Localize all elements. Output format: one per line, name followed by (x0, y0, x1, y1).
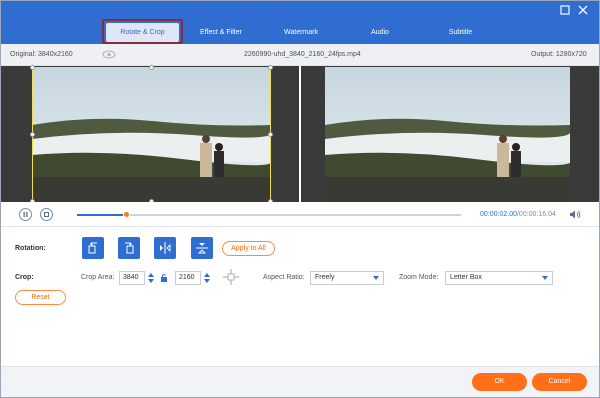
chevron-down-icon (542, 276, 548, 280)
rotation-label: Rotation: (15, 245, 46, 252)
crop-handle[interactable] (30, 65, 35, 70)
ok-button[interactable]: OK (472, 373, 527, 391)
tab-rotate-crop[interactable]: Rotate & Crop (106, 23, 179, 42)
total-time: /00:00:16.04 (516, 211, 556, 218)
crop-frame[interactable] (32, 67, 271, 203)
stop-button[interactable] (40, 208, 53, 221)
crop-handle[interactable] (268, 65, 273, 70)
pause-icon (23, 212, 28, 217)
footer: OK Cancel (1, 366, 599, 397)
output-preview (301, 66, 599, 202)
crop-height-input[interactable]: 2160 (175, 271, 201, 285)
flip-horizontal-button[interactable] (154, 237, 176, 259)
seek-progress (77, 214, 127, 216)
zoom-mode-value: Letter Box (450, 274, 482, 281)
crop-label: Crop: (15, 274, 34, 281)
output-resolution: Output: 1280x720 (531, 51, 587, 58)
editor-window: Rotate & Crop Effect & Filter Watermark … (0, 0, 600, 398)
tab-effect-filter[interactable]: Effect & Filter (187, 23, 255, 42)
crop-area-label: Crop Area: (81, 274, 115, 281)
lock-icon[interactable] (160, 273, 168, 283)
crop-handle[interactable] (149, 65, 154, 70)
zoom-mode-select[interactable]: Letter Box (445, 271, 553, 285)
timecode: 00:00:02.00/00:00:16.04 (480, 211, 556, 218)
seek-slider[interactable] (77, 211, 461, 218)
playback-bar: 00:00:02.00/00:00:16.04 (1, 202, 599, 226)
flip-vertical-button[interactable] (191, 237, 213, 259)
rotate-right-button[interactable] (118, 237, 140, 259)
seek-thumb[interactable] (122, 211, 130, 218)
current-time: 00:00:02.00 (480, 211, 517, 218)
center-crop-icon[interactable] (222, 268, 240, 286)
tab-subtitle[interactable]: Subtitle (433, 23, 488, 42)
info-row: Original: 3840x2160 2260990-uhd_3840_216… (1, 44, 599, 66)
tab-bar: Rotate & Crop Effect & Filter Watermark … (1, 1, 599, 44)
eye-icon[interactable] (102, 50, 116, 59)
crop-preview[interactable] (1, 65, 299, 204)
aspect-ratio-label: Aspect Ratio: (263, 274, 305, 281)
tab-audio[interactable]: Audio (356, 23, 404, 42)
volume-icon[interactable] (569, 209, 581, 220)
reset-button[interactable]: Reset (15, 290, 66, 305)
flip-vertical-icon (196, 243, 208, 254)
rotate-left-button[interactable] (82, 237, 104, 259)
pause-button[interactable] (19, 208, 32, 221)
crop-width-stepper[interactable] (147, 271, 155, 285)
flip-horizontal-icon (160, 242, 171, 254)
aspect-ratio-value: Freely (315, 274, 335, 281)
rotate-left-icon (88, 242, 97, 254)
aspect-ratio-select[interactable]: Freely (310, 271, 384, 285)
crop-height-stepper[interactable] (203, 271, 211, 285)
crop-width-input[interactable]: 3840 (119, 271, 145, 285)
apply-to-all-button[interactable]: Apply to All (222, 241, 275, 256)
zoom-mode-label: Zoom Mode: (399, 274, 439, 281)
chevron-down-icon (373, 276, 379, 280)
tab-watermark[interactable]: Watermark (271, 23, 331, 42)
crop-handle[interactable] (30, 132, 35, 137)
crop-handle[interactable] (268, 132, 273, 137)
file-name: 2260990-uhd_3840_2160_24fps.mp4 (244, 51, 361, 58)
close-icon[interactable] (577, 4, 589, 16)
cancel-button[interactable]: Cancel (532, 373, 587, 391)
original-resolution: Original: 3840x2160 (10, 51, 73, 58)
rotate-right-icon (125, 242, 134, 254)
maximize-icon[interactable] (559, 4, 571, 16)
video-frame-right (325, 67, 570, 202)
stop-icon (44, 212, 49, 217)
